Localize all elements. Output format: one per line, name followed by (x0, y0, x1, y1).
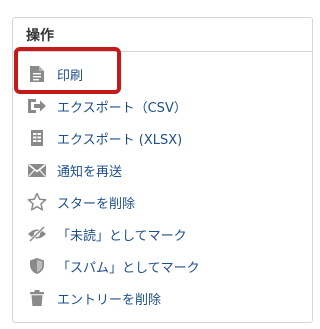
shield-icon (27, 256, 47, 276)
delete-entry-label: エントリーを削除 (57, 292, 162, 308)
mark-spam-action[interactable]: 「スパム」としてマーク (13, 250, 312, 282)
trash-icon (27, 288, 47, 308)
action-list: 印刷 エクスポート（CSV） エクスポート (XLSX) 通知を再送 スターを削… (13, 58, 312, 314)
mark-spam-label: 「スパム」としてマーク (57, 260, 200, 276)
panel-header: 操作 (13, 18, 312, 52)
document-icon (27, 64, 47, 84)
resend-notification-action[interactable]: 通知を再送 (13, 154, 312, 186)
star-outline-icon (27, 192, 47, 212)
print-label: 印刷 (57, 68, 84, 84)
export-xlsx-action[interactable]: エクスポート (XLSX) (13, 122, 312, 154)
spreadsheet-icon (27, 128, 47, 148)
actions-panel: 操作 印刷 エクスポート（CSV） エクスポート (XLSX) 通知を再送 スタ… (12, 17, 313, 323)
export-icon (27, 96, 47, 116)
export-csv-action[interactable]: エクスポート（CSV） (13, 90, 312, 122)
delete-entry-action[interactable]: エントリーを削除 (13, 282, 312, 314)
print-action[interactable]: 印刷 (13, 58, 312, 90)
envelope-icon (27, 160, 47, 180)
resend-notification-label: 通知を再送 (57, 164, 123, 180)
eye-slash-icon (27, 224, 47, 244)
mark-unread-label: 「未読」としてマーク (57, 228, 187, 244)
panel-title: 操作 (26, 27, 54, 44)
export-csv-label: エクスポート（CSV） (57, 100, 187, 116)
export-xlsx-label: エクスポート (XLSX) (57, 132, 183, 148)
mark-unread-action[interactable]: 「未読」としてマーク (13, 218, 312, 250)
remove-star-action[interactable]: スターを削除 (13, 186, 312, 218)
remove-star-label: スターを削除 (57, 196, 136, 212)
